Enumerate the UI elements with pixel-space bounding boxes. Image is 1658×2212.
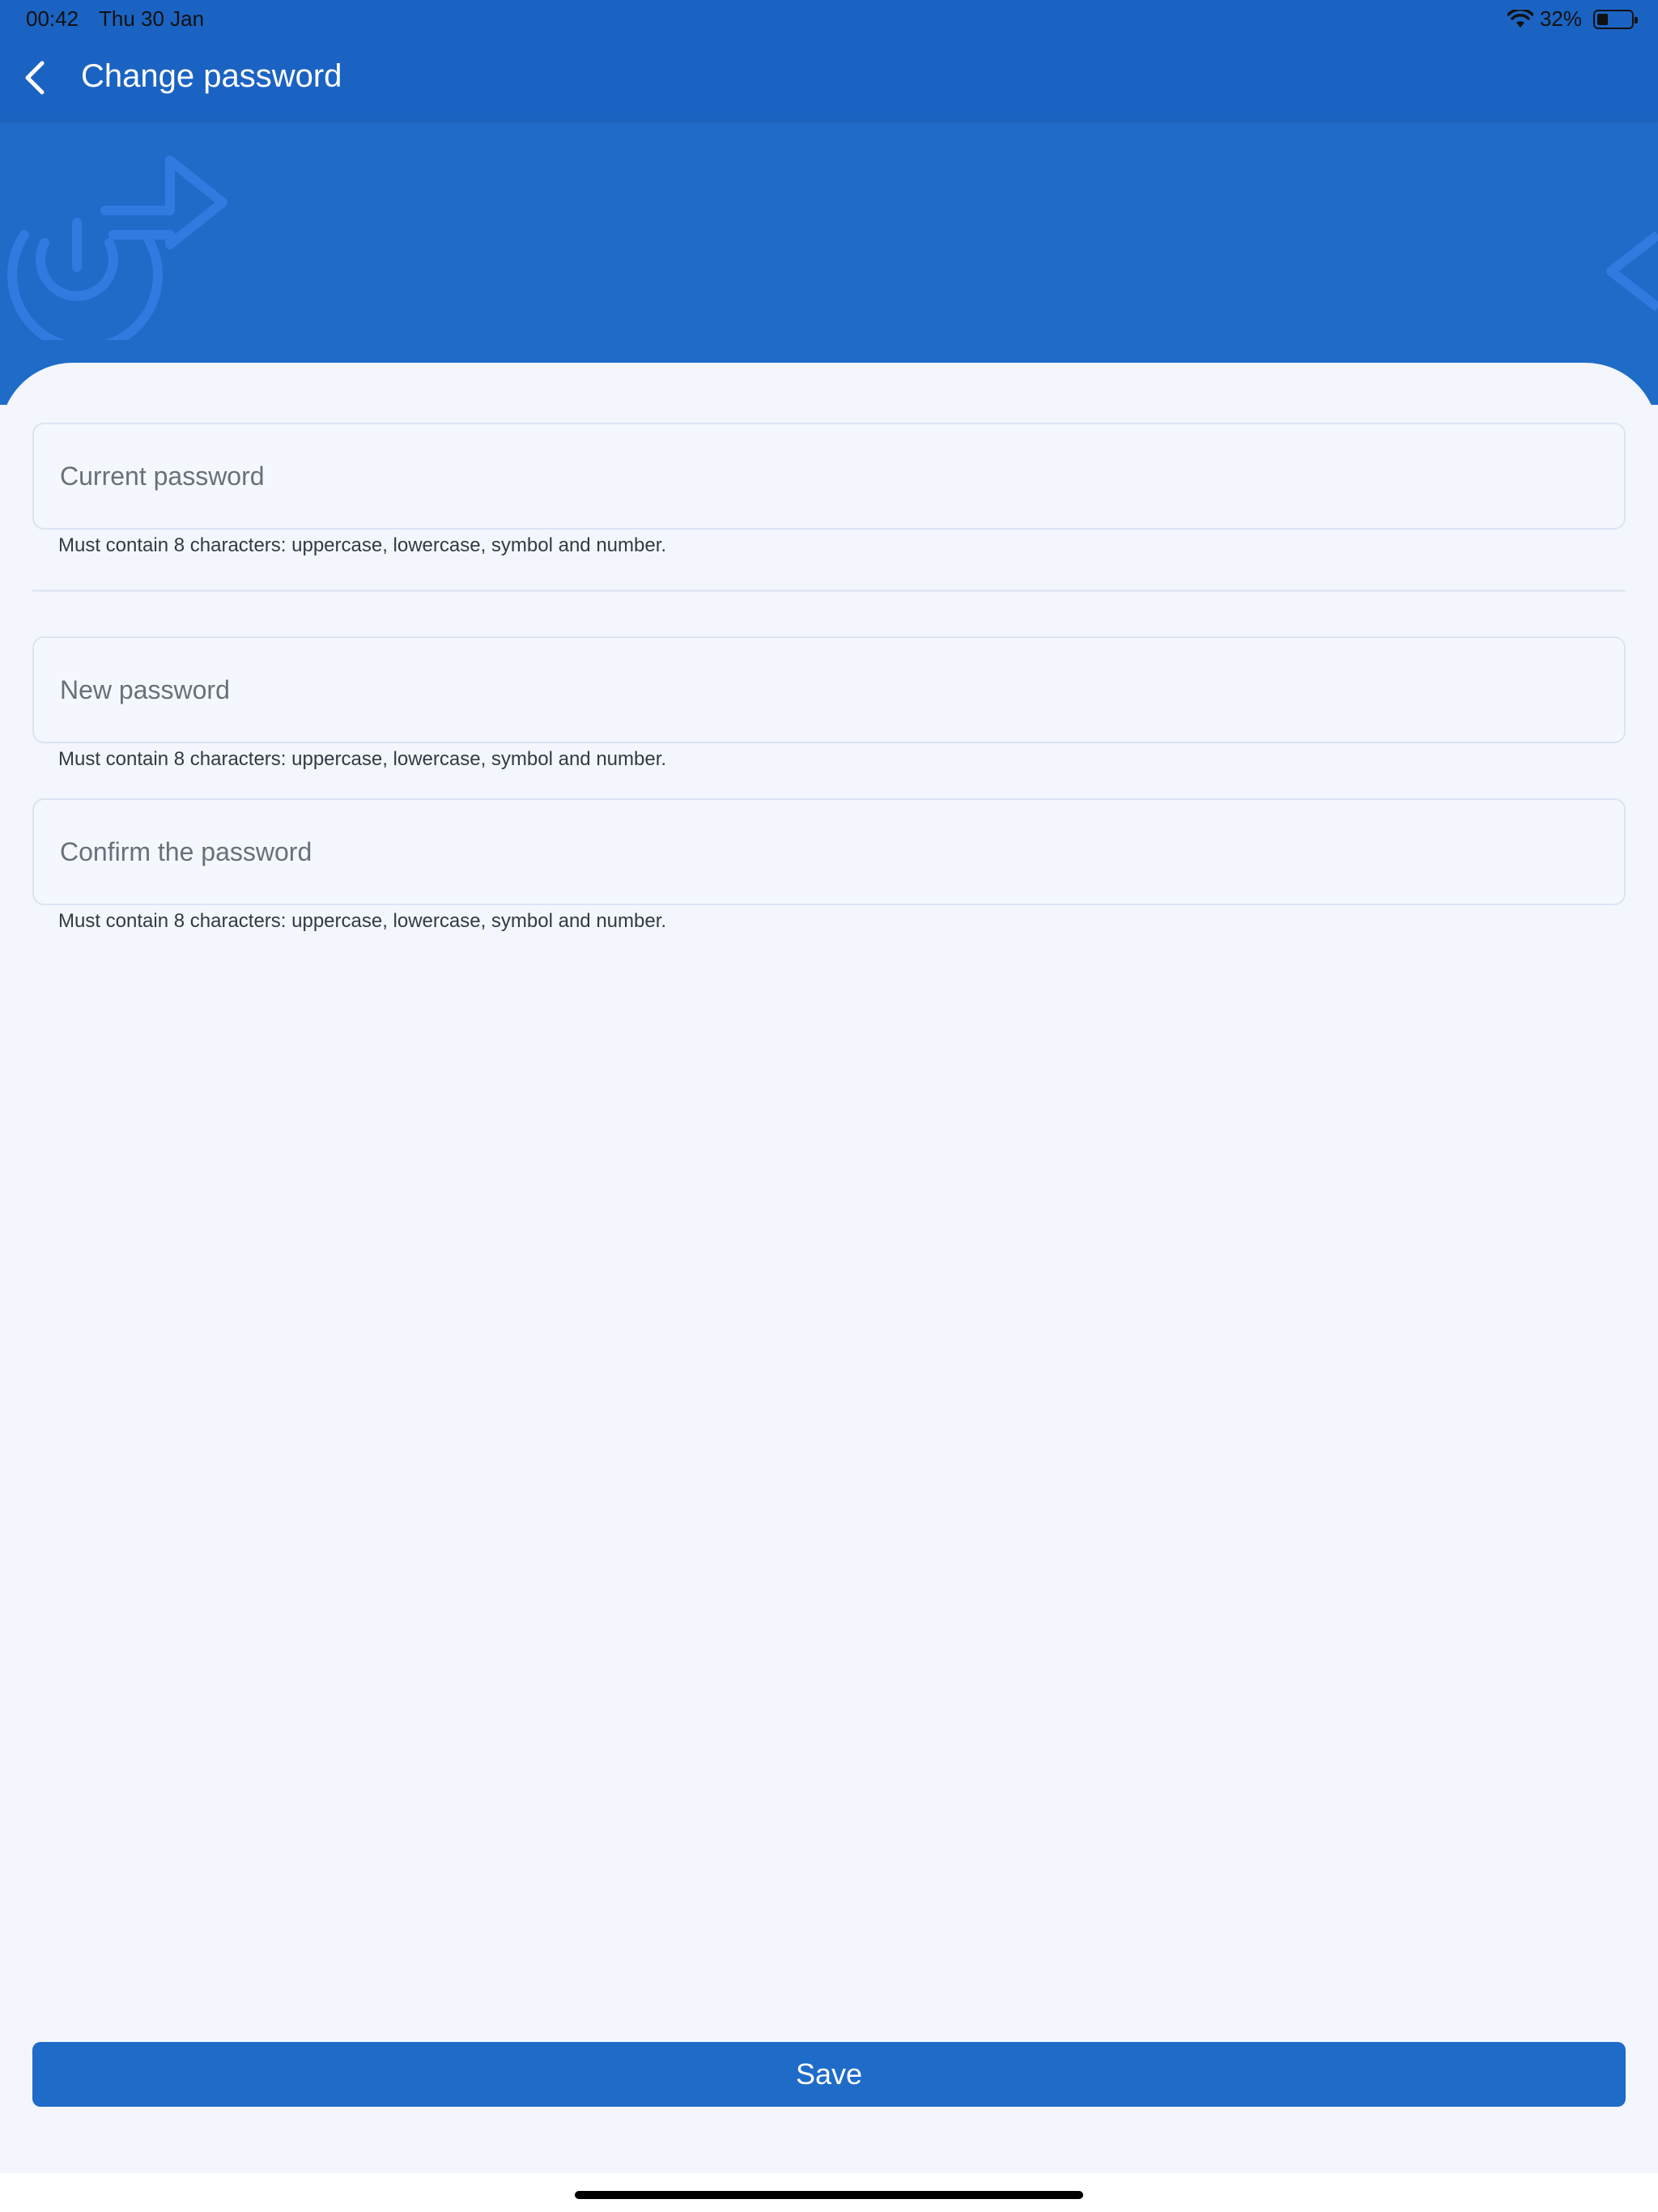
current-password-hint: Must contain 8 characters: uppercase, lo… xyxy=(58,534,667,556)
navigation-bar: 00:42 Thu 30 Jan 32% Change password xyxy=(0,0,1658,120)
new-password-hint: Must contain 8 characters: uppercase, lo… xyxy=(58,748,667,770)
page-title: Change password xyxy=(81,58,342,94)
home-indicator[interactable] xyxy=(575,2191,1083,2199)
form-card xyxy=(0,363,1658,2173)
confirm-password-field[interactable] xyxy=(32,798,1626,905)
refresh-power-decoration-icon xyxy=(7,155,227,340)
wifi-icon xyxy=(1507,9,1533,28)
new-password-field[interactable] xyxy=(32,636,1626,743)
confirm-password-hint: Must contain 8 characters: uppercase, lo… xyxy=(58,910,667,932)
battery-icon xyxy=(1593,9,1638,29)
status-bar: 00:42 Thu 30 Jan 32% xyxy=(0,0,1658,39)
current-password-field[interactable] xyxy=(32,423,1626,530)
chevron-left-icon xyxy=(25,61,45,95)
new-password-input[interactable] xyxy=(60,674,1624,705)
save-button[interactable]: Save xyxy=(32,2042,1626,2107)
battery-percentage: 32% xyxy=(1539,6,1582,31)
status-indicators: 32% xyxy=(1507,6,1638,32)
divider xyxy=(32,589,1626,592)
arrow-left-decoration-icon xyxy=(1606,231,1658,312)
change-password-screen: 00:42 Thu 30 Jan 32% Change password Mus… xyxy=(0,0,1658,2212)
battery-level xyxy=(1597,13,1608,25)
current-password-input[interactable] xyxy=(60,461,1624,491)
confirm-password-input[interactable] xyxy=(60,836,1624,867)
status-date: Thu 30 Jan xyxy=(99,6,205,31)
status-time: 00:42 xyxy=(26,6,79,31)
back-button[interactable] xyxy=(11,55,57,100)
